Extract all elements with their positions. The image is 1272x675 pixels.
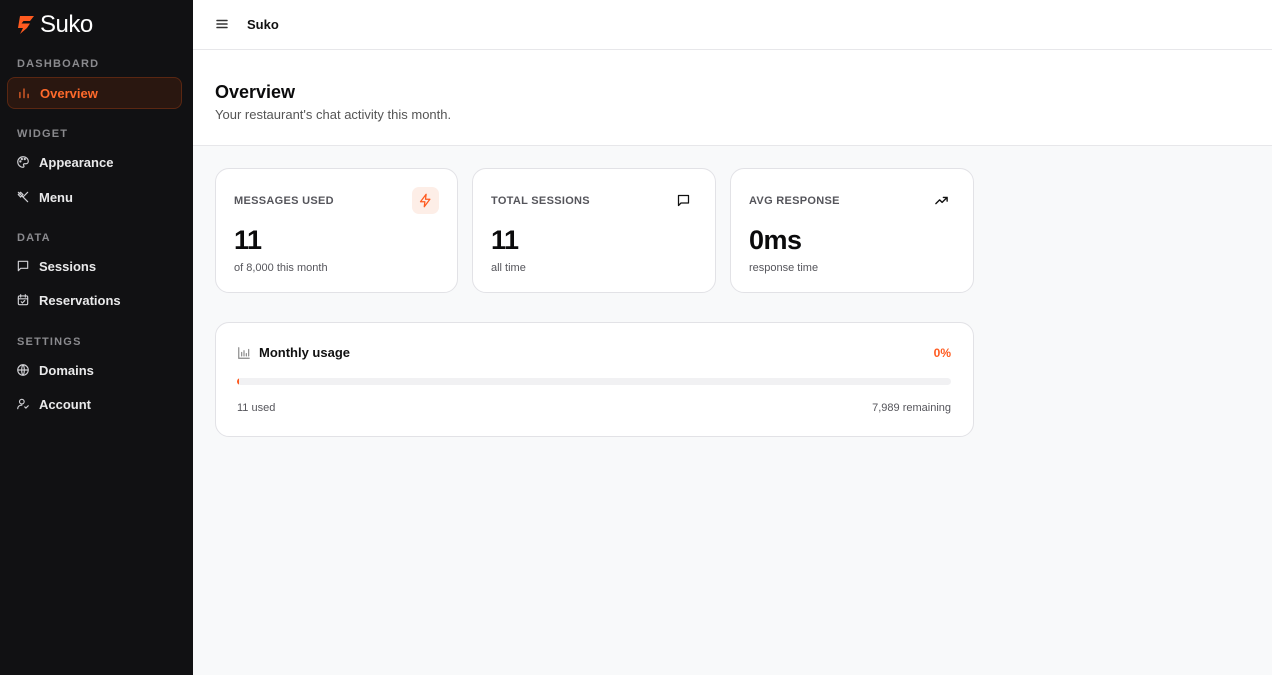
brand-name: Suko	[40, 11, 93, 38]
stat-card-total-sessions: TOTAL SESSIONS 11 all time	[472, 168, 716, 293]
stat-value: 11	[234, 225, 262, 255]
zap-icon	[419, 193, 431, 208]
stat-caption: response time	[749, 262, 819, 274]
usage-used-label: 11 used	[237, 402, 276, 414]
stat-card-avg-response: AVG RESPONSE 0ms response time	[730, 168, 974, 293]
palette-icon	[17, 156, 29, 168]
usage-title: Monthly usage	[259, 345, 351, 360]
stat-caption: all time	[491, 262, 526, 274]
stat-label: AVG RESPONSE	[749, 195, 840, 207]
usage-progress-track	[237, 378, 951, 385]
sidebar-item-label: Appearance	[39, 154, 114, 170]
sidebar-item-domains[interactable]: Domains	[7, 354, 182, 386]
stat-caption: of 8,000 this month	[234, 262, 328, 274]
sidebar: Suko DASHBOARD Overview WIDGET Appearanc…	[0, 0, 193, 675]
page-header: Overview Your restaurant's chat activity…	[193, 50, 1272, 146]
bar-chart-icon	[238, 346, 250, 359]
message-square-icon	[17, 260, 29, 272]
utensils-icon	[17, 191, 29, 203]
stat-label: TOTAL SESSIONS	[491, 195, 590, 207]
usage-percent: 0%	[933, 346, 951, 360]
topbar-title: Suko	[247, 17, 279, 32]
sidebar-item-label: Menu	[39, 189, 73, 205]
sidebar-item-label: Account	[39, 396, 91, 412]
stat-icon-badge	[412, 187, 439, 214]
section-label-settings: SETTINGS	[17, 336, 82, 348]
sidebar-item-menu[interactable]: Menu	[7, 181, 182, 213]
sidebar-item-account[interactable]: Account	[7, 388, 182, 420]
sidebar-item-overview[interactable]: Overview	[7, 77, 182, 109]
section-label-widget: WIDGET	[17, 128, 69, 140]
usage-progress-fill	[237, 378, 240, 385]
sidebar-item-label: Domains	[39, 362, 94, 378]
sidebar-item-label: Sessions	[39, 258, 97, 274]
calendar-icon	[17, 294, 29, 306]
usage-remaining-label: 7,989 remaining	[872, 402, 951, 414]
top-bar: Suko	[193, 0, 1272, 50]
user-icon	[17, 398, 29, 410]
sidebar-item-appearance[interactable]: Appearance	[7, 146, 182, 178]
section-label-data: DATA	[17, 232, 51, 244]
stat-value: 11	[491, 225, 519, 255]
stat-icon-badge	[670, 187, 697, 214]
section-label-dashboard: DASHBOARD	[17, 58, 100, 70]
bar-chart-icon	[19, 88, 29, 99]
brand-logo[interactable]: Suko	[14, 12, 93, 38]
hamburger-menu-icon[interactable]	[215, 17, 229, 31]
page-title: Overview	[215, 82, 296, 102]
suko-logo-icon	[18, 16, 34, 34]
sidebar-item-label: Reservations	[39, 292, 121, 308]
message-square-icon	[677, 194, 690, 207]
usage-header: Monthly usage	[237, 345, 350, 360]
stat-card-messages-used: MESSAGES USED 11 of 8,000 this month	[215, 168, 458, 293]
page-subtitle: Your restaurant's chat activity this mon…	[215, 107, 452, 122]
globe-icon	[17, 364, 29, 376]
stat-icon-badge	[928, 187, 955, 214]
stat-label: MESSAGES USED	[234, 195, 334, 207]
sidebar-item-sessions[interactable]: Sessions	[7, 250, 182, 282]
sidebar-item-reservations[interactable]: Reservations	[7, 284, 182, 316]
monthly-usage-card: Monthly usage 0% 11 used 7,989 remaining	[215, 322, 974, 437]
sidebar-item-label: Overview	[40, 85, 98, 101]
stat-value: 0ms	[749, 225, 802, 255]
trending-up-icon	[935, 196, 948, 205]
